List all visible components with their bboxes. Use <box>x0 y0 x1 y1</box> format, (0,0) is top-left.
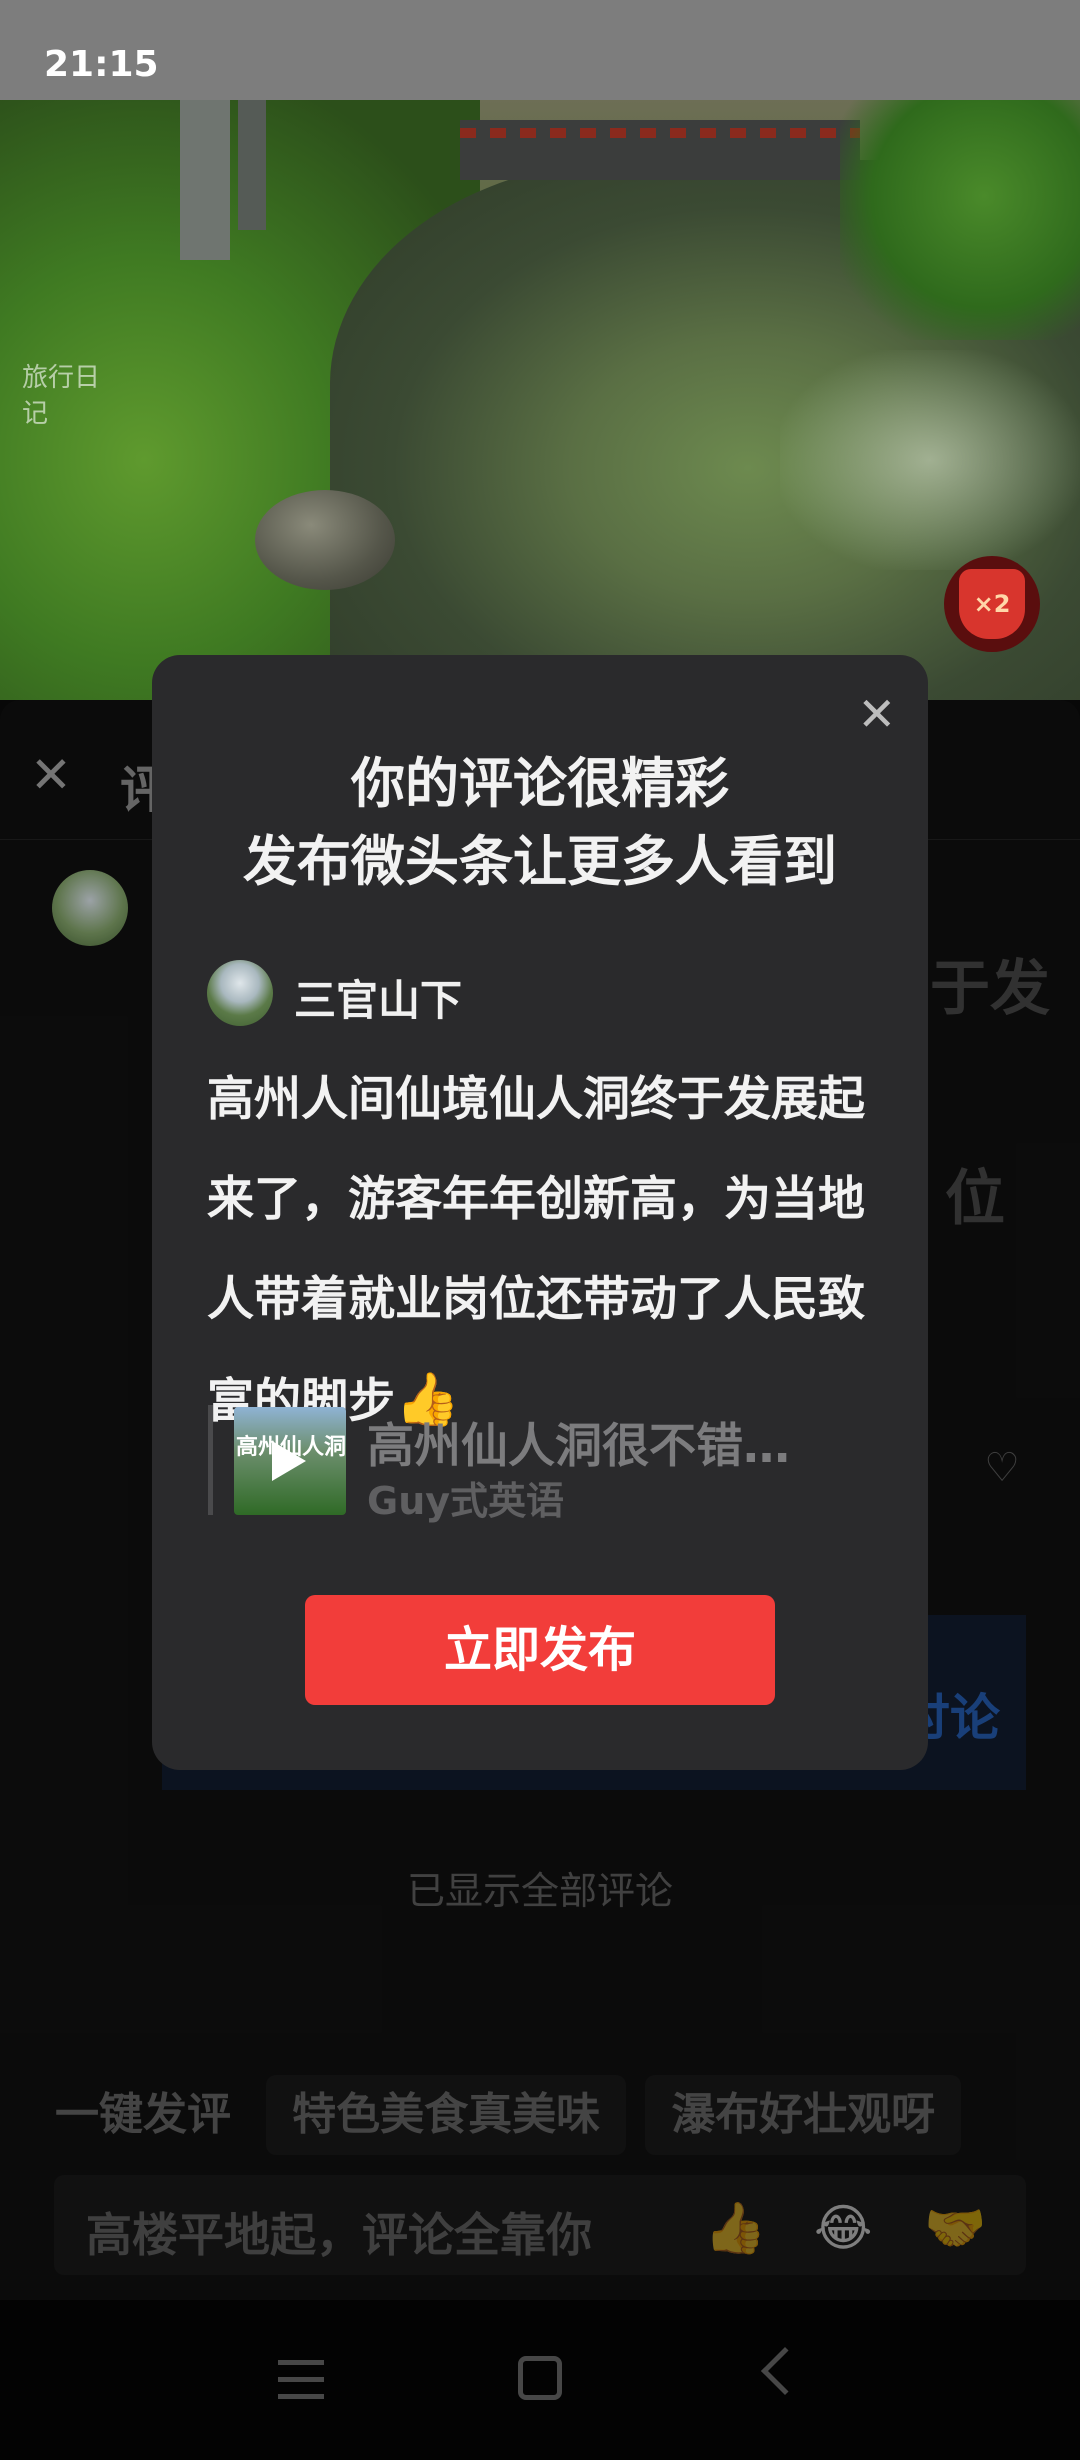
play-icon <box>272 1441 306 1481</box>
video-scene-stone <box>255 490 395 590</box>
video-scene-pillar <box>238 100 266 230</box>
reference-thumbnail: 高州仙人洞 <box>234 1407 346 1515</box>
dialog-title: 你的评论很精彩 发布微头条让更多人看到 <box>152 745 928 901</box>
red-envelope-icon: ×2 <box>959 569 1025 639</box>
system-nav-bar <box>0 2300 1080 2460</box>
home-icon[interactable] <box>518 2356 562 2400</box>
avatar <box>207 960 273 1026</box>
publish-dialog: ✕ 你的评论很精彩 发布微头条让更多人看到 三官山下 高州人间仙境仙人洞终于发展… <box>152 655 928 1770</box>
video-scene-trees <box>840 100 1080 340</box>
close-icon[interactable]: ✕ <box>857 691 896 737</box>
dialog-title-line1: 你的评论很精彩 <box>351 752 729 815</box>
publish-button[interactable]: 立即发布 <box>305 1595 775 1705</box>
reference-author: Guy式英语 <box>367 1479 565 1523</box>
user-name: 三官山下 <box>294 976 463 1025</box>
video-scene-glint <box>780 350 1080 570</box>
video-scene-pillar <box>180 100 230 260</box>
dialog-title-line2: 发布微头条让更多人看到 <box>243 830 837 893</box>
back-icon[interactable] <box>760 2346 810 2396</box>
status-time: 21:15 <box>44 44 159 85</box>
comment-body: 高州人间仙境仙人洞终于发展起来了，游客年年创新高，为当地人带着就业岗位还带动了人… <box>207 1072 865 1429</box>
quote-divider <box>208 1405 213 1515</box>
status-bar: 21:15 <box>0 0 1080 100</box>
comment-text: 高州人间仙境仙人洞终于发展起来了，游客年年创新高，为当地人带着就业岗位还带动了人… <box>207 1050 887 1452</box>
reference-title: 高州仙人洞很不错… <box>367 1419 790 1474</box>
video-player[interactable]: 旅行日记 <box>0 100 1080 700</box>
bonus-badge[interactable]: ×2 <box>944 556 1040 652</box>
video-scene-rail <box>460 128 860 138</box>
menu-icon[interactable] <box>278 2360 324 2400</box>
video-watermark: 旅行日记 <box>22 363 101 429</box>
